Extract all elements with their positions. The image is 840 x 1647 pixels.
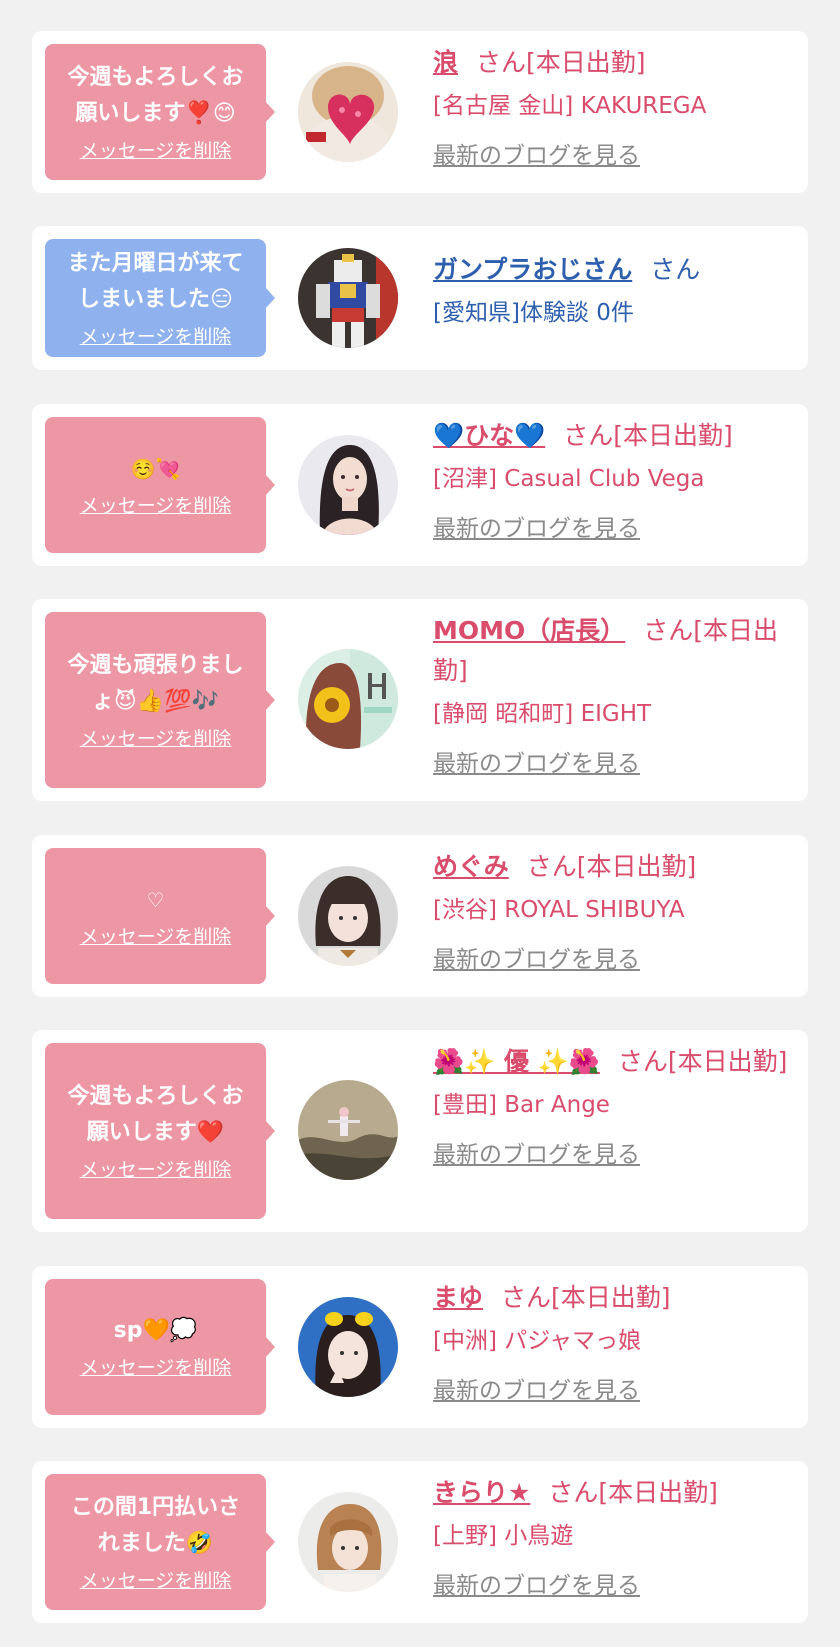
avatar[interactable]: [298, 435, 398, 535]
user-status: さん[本日出勤]: [476, 48, 646, 77]
delete-message-button[interactable]: メッセージを削除: [80, 1355, 232, 1381]
avatar[interactable]: [298, 248, 398, 348]
message-text: 今週も頑張りまし ょ😈👍💯🎶: [67, 653, 244, 714]
user-name-link[interactable]: まゆ: [433, 1283, 483, 1312]
avatar[interactable]: [298, 649, 398, 749]
shop-name: [渋谷] ROYAL SHIBUYA: [433, 897, 685, 923]
shop-name: [中洲] パジャマっ娘: [433, 1328, 642, 1354]
message-text: この間1円払いさ れました🤣: [70, 1495, 241, 1556]
shop-name: [豊田] Bar Ange: [433, 1092, 610, 1118]
message-card: また月曜日が来て しまいました😑 メッセージを削除 ガンプラおじさん さん [愛…: [32, 226, 808, 370]
message-bubble: sp🧡💭 メッセージを削除: [45, 1279, 275, 1415]
delete-message-button[interactable]: メッセージを削除: [80, 324, 232, 350]
message-bubble: また月曜日が来て しまいました😑 メッセージを削除: [45, 239, 275, 357]
user-info: 💙ひな💙 さん[本日出勤] [沼津] Casual Club Vega 最新のブロ…: [433, 416, 793, 544]
message-bubble: ☺️💘 メッセージを削除: [45, 417, 275, 553]
user-name-link[interactable]: ガンプラおじさん: [433, 255, 632, 284]
delete-message-button[interactable]: メッセージを削除: [80, 138, 232, 164]
delete-message-button[interactable]: メッセージを削除: [80, 1568, 232, 1594]
shop-name: [静岡 昭和町] EIGHT: [433, 701, 652, 727]
user-info: 浪さん[本日出勤] [名古屋 金山] KAKUREGA 最新のブログを見る: [433, 43, 793, 171]
user-info: ガンプラおじさん さん [愛知県]体験談 0件: [433, 250, 793, 330]
user-info: きらり★ さん[本日出勤] [上野] 小鳥遊 最新のブログを見る: [433, 1473, 793, 1601]
avatar[interactable]: [298, 866, 398, 966]
message-bubble: ♡ メッセージを削除: [45, 848, 275, 984]
user-info: 🌺✨ 優 ✨🌺 さん[本日出勤] [豊田] Bar Ange 最新のブログを見る: [433, 1042, 793, 1170]
latest-blog-link[interactable]: 最新のブログを見る: [433, 141, 640, 171]
message-text: ♡: [146, 888, 165, 912]
shop-name: [沼津] Casual Club Vega: [433, 466, 705, 492]
user-status: さん[本日出勤]: [526, 852, 697, 881]
message-text: また月曜日が来て しまいました😑: [67, 251, 244, 312]
latest-blog-link[interactable]: 最新のブログを見る: [433, 1571, 640, 1601]
avatar[interactable]: [298, 1297, 398, 1397]
message-card: sp🧡💭 メッセージを削除 まゆ さん[本日出勤] [中洲] パジャマっ娘 最新の…: [32, 1266, 808, 1428]
delete-message-button[interactable]: メッセージを削除: [80, 493, 232, 519]
user-status: さん[本日出勤]: [617, 1047, 788, 1076]
user-name-link[interactable]: 💙ひな💙: [433, 421, 545, 450]
delete-message-button[interactable]: メッセージを削除: [80, 1157, 232, 1183]
delete-message-button[interactable]: メッセージを削除: [80, 924, 232, 950]
shop-name: [愛知県]体験談 0件: [433, 300, 634, 326]
message-text: ☺️💘: [130, 457, 181, 481]
shop-name: [名古屋 金山] KAKUREGA: [433, 93, 707, 119]
shop-name: [上野] 小鳥遊: [433, 1523, 574, 1549]
message-card: 今週もよろしくお 願いします❣️😊 メッセージを削除 浪さん[本日出勤] [名古…: [32, 31, 808, 193]
avatar[interactable]: [298, 1080, 398, 1180]
latest-blog-link[interactable]: 最新のブログを見る: [433, 514, 640, 544]
message-text: sp🧡💭: [113, 1318, 198, 1343]
message-card: ♡ メッセージを削除 めぐみ さん[本日出勤] [渋谷] ROYAL SHIBUY…: [32, 835, 808, 997]
delete-message-button[interactable]: メッセージを削除: [80, 726, 232, 752]
user-name-link[interactable]: MOMO（店長）: [433, 616, 625, 645]
user-status: さん[本日出勤]: [563, 421, 733, 450]
message-text: 今週もよろしくお 願いします❣️😊: [67, 65, 244, 126]
message-bubble: 今週もよろしくお 願いします❤️ メッセージを削除: [45, 1043, 275, 1219]
avatar[interactable]: [298, 62, 398, 162]
latest-blog-link[interactable]: 最新のブログを見る: [433, 1140, 640, 1170]
user-info: MOMO（店長） さん[本日出勤] [静岡 昭和町] EIGHT 最新のブログを見…: [433, 611, 793, 779]
latest-blog-link[interactable]: 最新のブログを見る: [433, 1376, 640, 1406]
user-status: さん[本日出勤]: [548, 1478, 718, 1507]
message-card: 今週もよろしくお 願いします❤️ メッセージを削除 🌺✨ 優 ✨🌺 さん[本日出勤…: [32, 1030, 808, 1232]
user-status: さん[本日出勤]: [501, 1283, 671, 1312]
latest-blog-link[interactable]: 最新のブログを見る: [433, 749, 640, 779]
avatar[interactable]: [298, 1492, 398, 1592]
latest-blog-link[interactable]: 最新のブログを見る: [433, 945, 640, 975]
user-name-link[interactable]: めぐみ: [433, 852, 509, 881]
message-card: この間1円払いさ れました🤣 メッセージを削除 きらり★ さん[本日出勤] [上野…: [32, 1461, 808, 1623]
user-name-link[interactable]: きらり★: [433, 1478, 530, 1507]
message-bubble: 今週も頑張りまし ょ😈👍💯🎶 メッセージを削除: [45, 612, 275, 788]
user-info: まゆ さん[本日出勤] [中洲] パジャマっ娘 最新のブログを見る: [433, 1278, 793, 1406]
message-bubble: この間1円払いさ れました🤣 メッセージを削除: [45, 1474, 275, 1610]
user-info: めぐみ さん[本日出勤] [渋谷] ROYAL SHIBUYA 最新のブログを見る: [433, 847, 793, 975]
message-card: ☺️💘 メッセージを削除 💙ひな💙 さん[本日出勤] [沼津] Casual Cl…: [32, 404, 808, 566]
message-card: 今週も頑張りまし ょ😈👍💯🎶 メッセージを削除 MOMO（店長） さん[本日出勤]…: [32, 599, 808, 801]
user-name-link[interactable]: 浪: [433, 48, 458, 77]
message-text: 今週もよろしくお 願いします❤️: [67, 1084, 244, 1145]
user-status: さん: [650, 255, 701, 284]
message-bubble: 今週もよろしくお 願いします❣️😊 メッセージを削除: [45, 44, 275, 180]
message-list: 今週もよろしくお 願いします❣️😊 メッセージを削除 浪さん[本日出勤] [名古…: [0, 0, 840, 1647]
user-name-link[interactable]: 🌺✨ 優 ✨🌺: [433, 1047, 600, 1076]
